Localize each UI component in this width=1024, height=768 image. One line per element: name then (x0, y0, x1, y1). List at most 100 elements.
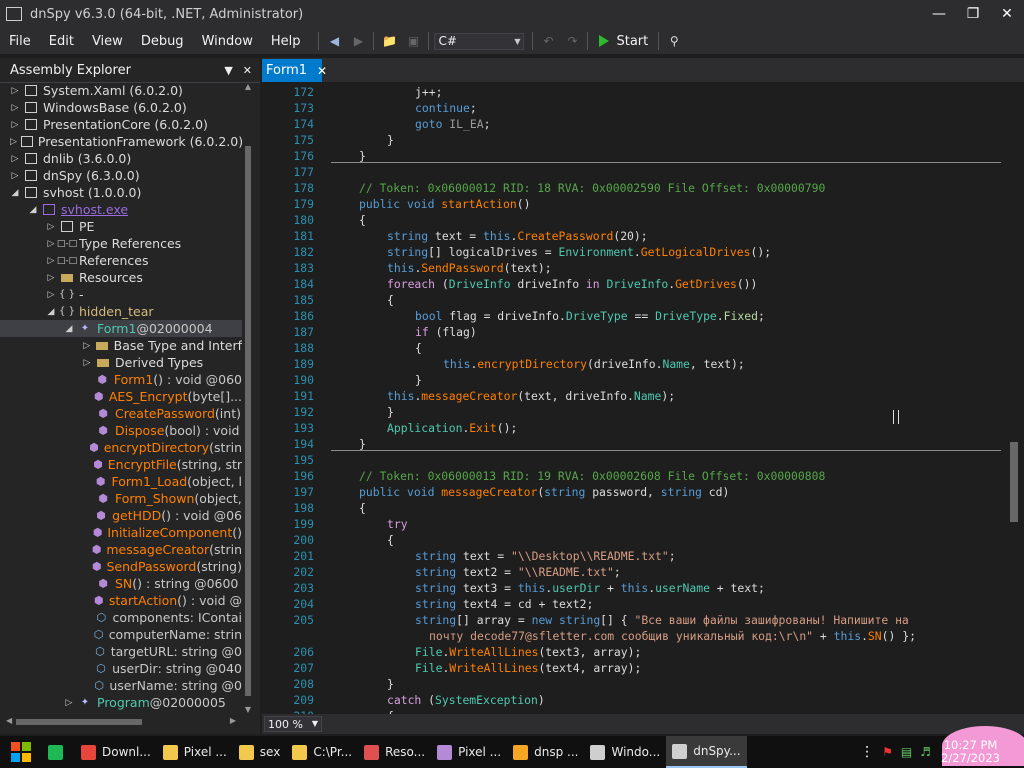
code-line[interactable]: 201 string text = "\\Desktop\\README.txt"… (262, 548, 1002, 564)
close-button[interactable]: ✕ (990, 0, 1024, 28)
code-line[interactable]: 209 catch (SystemException) (262, 692, 1002, 708)
code-line[interactable]: 187 if (flag) (262, 324, 1002, 340)
redo-icon[interactable]: ↷ (563, 32, 581, 50)
code-line[interactable]: 184 foreach (DriveInfo driveInfo in Drive… (262, 276, 1002, 292)
tree-item[interactable]: ⬢ EncryptFile (string, str (0, 456, 242, 473)
back-icon[interactable]: ◀ (325, 32, 343, 50)
code-line[interactable]: 207 File.WriteAllLines(text4, array); (262, 660, 1002, 676)
tree-item[interactable]: ⬢ AES_Encrypt (byte[]... (0, 388, 242, 405)
expand-arrow-icon[interactable]: ▷ (10, 137, 17, 147)
tree-item[interactable]: ⬢ Dispose (bool) : void (0, 422, 242, 439)
tree-item[interactable]: ⬢ SendPassword (string) (0, 558, 242, 575)
code-line[interactable]: 202 string text2 = "\\README.txt"; (262, 564, 1002, 580)
forward-icon[interactable]: ▶ (349, 32, 367, 50)
taskbar-item[interactable]: Downl... (75, 736, 157, 768)
code-line[interactable]: 175} (262, 132, 1002, 148)
code-editor[interactable]: 172 j++; 173 continue; 174 goto IL_EA; 175} 176… (262, 82, 1024, 714)
tree-item[interactable]: ◢ svhost (1.0.0.0) (0, 184, 242, 201)
minimize-button[interactable]: — (922, 0, 956, 28)
tree-item[interactable]: ▷ WindowsBase (6.0.2.0) (0, 99, 242, 116)
code-line[interactable]: 181 string text = this.CreatePassword(20)… (262, 228, 1002, 244)
tree-item[interactable]: ▷ PresentationCore (6.0.2.0) (0, 116, 242, 133)
overflow-icon[interactable]: ⋮ (860, 744, 874, 760)
tree-item[interactable]: ▷ Base Type and Interf (0, 337, 242, 354)
code-line[interactable]: 189 this.encryptDirectory(driveInfo.Name,… (262, 356, 1002, 372)
search-icon[interactable]: ⚲ (665, 32, 683, 50)
code-line[interactable]: 178 // Token: 0x06000012 RID: 18 RVA: 0x0… (262, 180, 1002, 196)
tree-item[interactable]: ▷ dnSpy (6.3.0.0) (0, 167, 242, 184)
code-line[interactable]: 190} (262, 372, 1002, 388)
network-icon[interactable]: ▤ (901, 745, 912, 759)
expand-arrow-icon[interactable]: ▷ (10, 103, 20, 113)
code-line[interactable]: 180 { (262, 212, 1002, 228)
code-line[interactable]: 208} (262, 676, 1002, 692)
code-line[interactable]: 185 { (262, 292, 1002, 308)
tree-item[interactable]: ▷ □-□ References (0, 252, 242, 269)
code-line[interactable]: 177 (262, 164, 1002, 180)
start-button[interactable]: Start (599, 34, 648, 49)
code-line[interactable]: 200 { (262, 532, 1002, 548)
tree-item[interactable]: ⬢ CreatePassword (int) (0, 405, 242, 422)
expand-arrow-icon[interactable]: ▷ (10, 154, 20, 164)
undo-icon[interactable]: ↶ (539, 32, 557, 50)
taskbar-item[interactable]: dnsp ... (507, 736, 584, 768)
code-line[interactable]: 182 string[] logicalDrives = Environment.… (262, 244, 1002, 260)
code-line[interactable]: 203 string text3 = this.userDir + this.us… (262, 580, 1002, 596)
tree-item[interactable]: ⬢ Form_Shown (object, (0, 490, 242, 507)
menu-view[interactable]: View (83, 34, 132, 49)
expand-arrow-icon[interactable]: ▷ (46, 273, 56, 283)
tree-item[interactable]: ⬡ targetURL : string @0 (0, 643, 242, 660)
code-line[interactable]: 191 this.messageCreator(text, driveInfo.N… (262, 388, 1002, 404)
menu-file[interactable]: File (0, 34, 40, 49)
tree-item[interactable]: ⬢ InitializeComponent() (0, 524, 242, 541)
expand-arrow-icon[interactable]: ▷ (46, 239, 56, 249)
tree-item[interactable]: ⬢ Form1() : void @060 (0, 371, 242, 388)
tree-item[interactable]: ⬢ Form1_Load (object, l (0, 473, 242, 490)
taskbar-item[interactable]: dnSpy... (666, 736, 747, 768)
collapse-arrow-icon[interactable]: ◢ (64, 324, 74, 334)
expand-arrow-icon[interactable]: ▷ (64, 698, 74, 708)
save-icon[interactable]: ▣ (404, 32, 422, 50)
assembly-tree[interactable]: ▷ System.Xaml (6.0.2.0) ▷ WindowsBase (6.0.… (0, 82, 242, 714)
tree-item[interactable]: ▷ Resources (0, 269, 242, 286)
tree-item[interactable]: ▷ dnlib (3.6.0.0) (0, 150, 242, 167)
windows-start-icon[interactable] (0, 736, 42, 768)
code-line[interactable]: 196 // Token: 0x06000013 RID: 19 RVA: 0x0… (262, 468, 1002, 484)
expand-arrow-icon[interactable]: ▷ (46, 290, 56, 300)
open-folder-icon[interactable]: 📁 (380, 32, 398, 50)
expand-arrow-icon[interactable]: ▷ (46, 222, 56, 232)
tree-item[interactable]: ⬢ startAction() : void @ (0, 592, 242, 609)
tree-item[interactable]: ◢ svhost.exe (0, 201, 242, 218)
code-line[interactable]: 183 this.SendPassword(text); (262, 260, 1002, 276)
code-line[interactable]: 173 continue; (262, 100, 1002, 116)
collapse-arrow-icon[interactable]: ◢ (28, 205, 38, 215)
code-view[interactable]: 172 j++; 173 continue; 174 goto IL_EA; 175} 176… (262, 82, 1002, 714)
editor-vertical-scrollbar[interactable] (1006, 82, 1020, 714)
menu-edit[interactable]: Edit (40, 34, 83, 49)
expand-arrow-icon[interactable]: ▷ (46, 256, 56, 266)
code-line[interactable]: 195 (262, 452, 1002, 468)
menu-window[interactable]: Window (193, 34, 262, 49)
tree-item[interactable]: ▷ PresentationFramework (6.0.2.0) (0, 133, 242, 150)
code-line[interactable]: 188 { (262, 340, 1002, 356)
code-line[interactable]: 206 File.WriteAllLines(text3, array); (262, 644, 1002, 660)
maximize-button[interactable]: ❐ (956, 0, 990, 28)
code-line[interactable]: 172 j++; (262, 84, 1002, 100)
tree-item[interactable]: ▷ Derived Types (0, 354, 242, 371)
tree-horizontal-scrollbar[interactable]: ◀ ▶ (6, 716, 236, 728)
code-line[interactable]: 193 Application.Exit(); (262, 420, 1002, 436)
tree-item[interactable]: ⬡ components : IContai (0, 609, 242, 626)
taskbar-item[interactable]: C:\Pr... (286, 736, 358, 768)
code-line[interactable]: 198 { (262, 500, 1002, 516)
tree-item[interactable]: ▷{ } - (0, 286, 242, 303)
code-line[interactable]: 197 public void messageCreator(string pas… (262, 484, 1002, 500)
taskbar-item[interactable]: Pixel ... (431, 736, 507, 768)
zoom-select[interactable]: 100 % ▼ (264, 716, 322, 732)
code-line[interactable]: 186 bool flag = driveInfo.DriveType == Dr… (262, 308, 1002, 324)
tree-item[interactable]: ⬢ SN() : string @0600 (0, 575, 242, 592)
tree-item[interactable]: ⬢ getHDD() : void @06 (0, 507, 242, 524)
tree-item[interactable]: ▷ PE (0, 218, 242, 235)
collapse-arrow-icon[interactable]: ◢ (46, 307, 56, 317)
code-line[interactable]: 192} (262, 404, 1002, 420)
clock[interactable]: 10:27 PM 2/27/2023 (941, 739, 1000, 765)
